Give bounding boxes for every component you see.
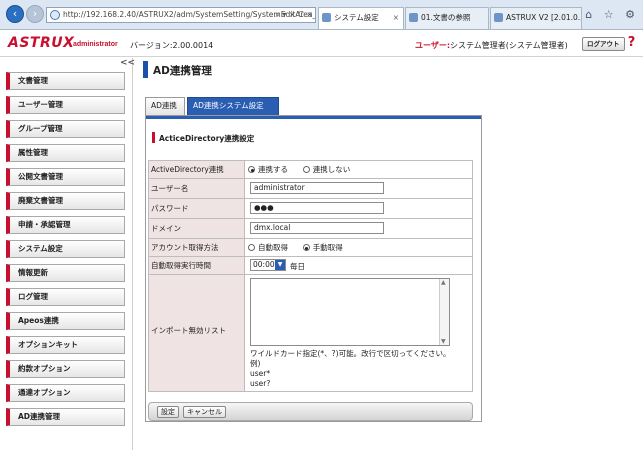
browser-toolbar-icons[interactable]: ⌂ ☆ ⚙ [585, 8, 639, 21]
version-label: バージョン:2.00.0014 [130, 41, 214, 50]
username-input[interactable]: administrator [250, 182, 384, 194]
logout-button[interactable]: ログアウト [582, 37, 625, 51]
auto-time-select[interactable]: 00:00 ▼ [250, 259, 286, 271]
close-icon[interactable]: × [393, 8, 399, 28]
ad-link-label: ActiveDirectory連携 [148, 161, 245, 178]
import-ignore-label: インポート無効リスト [148, 275, 245, 392]
ad-link-on-label[interactable]: 連携する [258, 165, 288, 174]
row-username: ユーザー名 administrator [148, 178, 473, 198]
logo-subtitle: administrator [73, 41, 118, 48]
user-label: ユーザー: [415, 41, 451, 50]
collapse-sidebar-icon[interactable]: << [120, 58, 135, 68]
browser-tab-document[interactable]: 01.文書の参照 [405, 7, 489, 29]
button-bar: 設定 キャンセル [148, 402, 473, 421]
import-ignore-example-label: 例) [250, 359, 261, 368]
account-manual-label[interactable]: 手動取得 [313, 243, 343, 252]
account-manual-radio[interactable] [302, 244, 310, 251]
sidebar-item-users[interactable]: ユーザー管理 [6, 96, 125, 114]
account-method-label: アカウント取得方法 [148, 239, 245, 256]
browser-tab-label: システム設定 [334, 13, 379, 22]
domain-label: ドメイン [148, 219, 245, 238]
sidebar-item-disposed-docs[interactable]: 廃棄文書管理 [6, 192, 125, 210]
textarea-scrollbar[interactable]: ▲ ▼ [439, 279, 449, 345]
address-tools-icon[interactable]: ⌕ ▾ × C × [275, 8, 313, 22]
browser-tab-label: ASTRUX V2 [2.01.0... [506, 13, 582, 22]
sidebar-item-approval[interactable]: 申請・承認管理 [6, 216, 125, 234]
row-import-ignore: インポート無効リスト ▲ ▼ ワイルドカード指定(*、?)可能。改行で区切ってく… [148, 274, 473, 392]
row-auto-time: 自動取得実行時間 00:00 ▼ 毎日 [148, 256, 473, 274]
import-ignore-example-1: user* [250, 369, 271, 378]
password-input[interactable]: ●●● [250, 202, 384, 214]
sidebar-item-info-update[interactable]: 情報更新 [6, 264, 125, 282]
sidebar-item-terms-option[interactable]: 約款オプション [6, 360, 125, 378]
title-accent [143, 61, 148, 78]
user-value: システム管理者(システム管理者) [450, 41, 568, 50]
scroll-down-icon[interactable]: ▼ [441, 338, 446, 345]
cancel-button[interactable]: キャンセル [183, 406, 226, 418]
sidebar-item-public-docs[interactable]: 公開文書管理 [6, 168, 125, 186]
section-accent [152, 132, 155, 143]
ad-link-on-radio[interactable] [248, 166, 255, 173]
import-ignore-help-block: ワイルドカード指定(*、?)可能。改行で区切ってください。 例) user* u… [250, 349, 450, 389]
import-ignore-example-2: user? [250, 379, 271, 388]
panel-accent [146, 116, 481, 119]
scroll-up-icon[interactable]: ▲ [441, 279, 446, 286]
tab-ad-system-settings[interactable]: AD連携システム設定 [187, 97, 279, 115]
auto-time-suffix: 毎日 [290, 262, 305, 271]
ad-link-off-radio[interactable] [302, 166, 310, 173]
sidebar-item-documents[interactable]: 文書管理 [6, 72, 125, 90]
auto-time-label: 自動取得実行時間 [148, 257, 245, 274]
account-auto-radio[interactable] [248, 244, 255, 251]
help-icon[interactable]: ? [625, 35, 638, 51]
section-title: ActiceDirectory連携設定 [159, 134, 255, 143]
sidebar-item-groups[interactable]: グループ管理 [6, 120, 125, 138]
import-ignore-help: ワイルドカード指定(*、?)可能。改行で区切ってください。 [250, 349, 451, 358]
back-button[interactable]: ‹ [6, 5, 24, 23]
globe-icon [50, 10, 60, 20]
sidebar-item-attributes[interactable]: 属性管理 [6, 144, 125, 162]
ad-link-options: 連携する 連携しない [248, 161, 473, 178]
save-button[interactable]: 設定 [157, 406, 179, 418]
browser-tab-astrux[interactable]: ASTRUX V2 [2.01.0... [490, 7, 582, 29]
forward-button[interactable]: › [26, 5, 44, 23]
chevron-down-icon[interactable]: ▼ [275, 260, 285, 270]
logo: ASTRUX [8, 35, 75, 51]
user-info: ユーザー:システム管理者(システム管理者) [415, 40, 568, 51]
sidebar-item-apeos[interactable]: Apeos連携 [6, 312, 125, 330]
page-icon [322, 13, 331, 22]
row-ad-link: ActiveDirectory連携 連携する 連携しない [148, 160, 473, 178]
account-method-options: 自動取得 手動取得 [248, 239, 473, 256]
sidebar-item-option-kit[interactable]: オプションキット [6, 336, 125, 354]
sidebar-item-system-settings[interactable]: システム設定 [6, 240, 125, 258]
page-icon [409, 13, 418, 22]
account-auto-label[interactable]: 自動取得 [258, 243, 288, 252]
domain-input[interactable]: dmx.local [250, 222, 384, 234]
address-bar[interactable]: http://192.168.2.40/ASTRUX2/adm/SystemSe… [46, 7, 316, 23]
page-icon [494, 13, 503, 22]
browser-tab-system-settings[interactable]: システム設定 × [318, 7, 404, 29]
page-title: AD連携管理 [153, 65, 212, 77]
row-password: パスワード ●●● [148, 198, 473, 218]
browser-chrome: ‹ › http://192.168.2.40/ASTRUX2/adm/Syst… [0, 0, 643, 30]
ad-link-off-label[interactable]: 連携しない [313, 165, 351, 174]
tab-ad-link[interactable]: AD連携 [145, 97, 185, 115]
app-header: ASTRUX administrator バージョン:2.00.0014 ユーザ… [0, 30, 643, 57]
sidebar: << 文書管理 ユーザー管理 グループ管理 属性管理 公開文書管理 廃棄文書管理… [0, 58, 135, 450]
username-label: ユーザー名 [148, 179, 245, 198]
sidebar-item-logs[interactable]: ログ管理 [6, 288, 125, 306]
sidebar-item-ad-link[interactable]: AD連携管理 [6, 408, 125, 426]
row-account-method: アカウント取得方法 自動取得 手動取得 [148, 238, 473, 256]
auto-time-value: 00:00 [253, 260, 275, 269]
browser-tab-label: 01.文書の参照 [421, 13, 471, 22]
sidebar-item-notice-option[interactable]: 通達オプション [6, 384, 125, 402]
row-domain: ドメイン dmx.local [148, 218, 473, 238]
password-label: パスワード [148, 199, 245, 218]
import-ignore-textarea[interactable]: ▲ ▼ [250, 278, 450, 346]
